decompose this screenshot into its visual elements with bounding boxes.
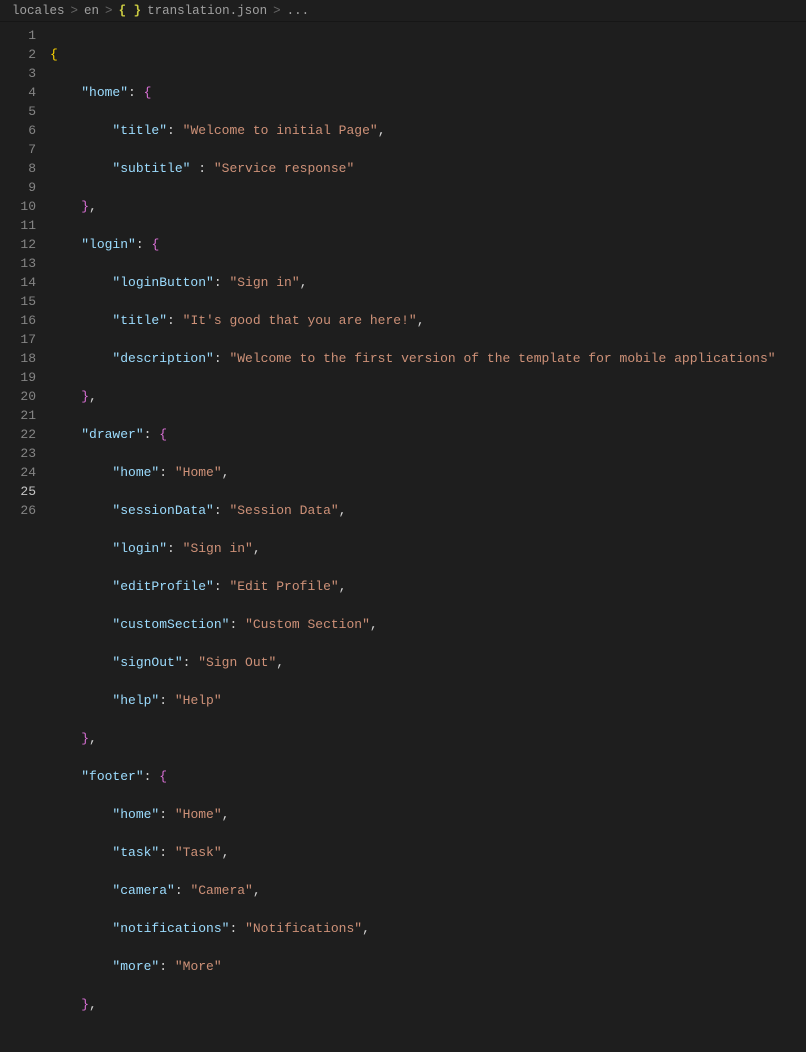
line-number: 8 — [0, 159, 36, 178]
line-number: 20 — [0, 387, 36, 406]
line-number: 10 — [0, 197, 36, 216]
line-number: 4 — [0, 83, 36, 102]
chevron-right-icon: > — [273, 4, 281, 18]
line-number: 16 — [0, 311, 36, 330]
line-number: 18 — [0, 349, 36, 368]
breadcrumb-file[interactable]: translation.json — [147, 4, 267, 18]
line-number: 24 — [0, 463, 36, 482]
breadcrumb-seg-en[interactable]: en — [84, 4, 99, 18]
code-editor[interactable]: 1234567891011121314151617181920212223242… — [0, 22, 806, 532]
line-number: 26 — [0, 501, 36, 520]
chevron-right-icon: > — [71, 4, 79, 18]
line-number: 25 — [0, 482, 36, 501]
line-number: 2 — [0, 45, 36, 64]
line-number: 9 — [0, 178, 36, 197]
line-number-gutter: 1234567891011121314151617181920212223242… — [0, 22, 50, 532]
code-area[interactable]: { "home": { "title": "Welcome to initial… — [50, 22, 806, 532]
line-number: 21 — [0, 406, 36, 425]
line-number: 7 — [0, 140, 36, 159]
line-number: 19 — [0, 368, 36, 387]
json-file-icon: { } — [119, 4, 142, 18]
line-number: 17 — [0, 330, 36, 349]
chevron-right-icon: > — [105, 4, 113, 18]
line-number: 22 — [0, 425, 36, 444]
line-number: 14 — [0, 273, 36, 292]
line-number: 23 — [0, 444, 36, 463]
line-number: 5 — [0, 102, 36, 121]
line-number: 1 — [0, 26, 36, 45]
breadcrumb[interactable]: locales > en > { } translation.json > ..… — [0, 0, 806, 22]
line-number: 3 — [0, 64, 36, 83]
breadcrumb-ellipsis[interactable]: ... — [287, 4, 310, 18]
line-number: 6 — [0, 121, 36, 140]
line-number: 12 — [0, 235, 36, 254]
breadcrumb-seg-locales[interactable]: locales — [12, 4, 65, 18]
line-number: 11 — [0, 216, 36, 235]
line-number: 13 — [0, 254, 36, 273]
line-number: 15 — [0, 292, 36, 311]
